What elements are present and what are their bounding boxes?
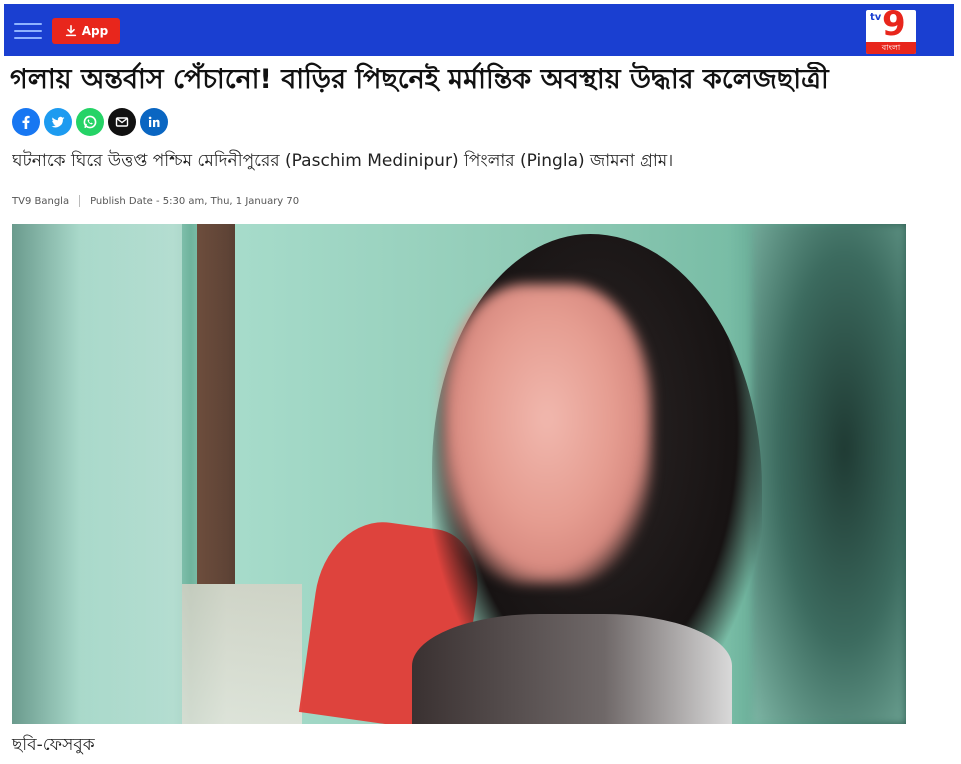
photo-blur-right — [752, 224, 906, 724]
app-download-button[interactable]: App — [52, 18, 120, 44]
image-caption: ছবি-ফেসবুক — [12, 735, 95, 755]
share-buttons — [12, 108, 168, 136]
linkedin-icon — [148, 116, 160, 127]
linkedin-share-button[interactable] — [140, 108, 168, 136]
logo-subtext: বাংলা — [866, 42, 916, 54]
photo-wall-shade — [12, 224, 182, 724]
whatsapp-icon — [83, 115, 97, 129]
meta-divider — [79, 195, 81, 207]
photo-door-frame — [197, 224, 235, 584]
hamburger-icon[interactable] — [14, 23, 42, 39]
twitter-share-button[interactable] — [44, 108, 72, 136]
source-label[interactable]: TV9 Bangla — [12, 196, 69, 207]
facebook-icon — [22, 115, 30, 129]
publish-date: Publish Date - 5:30 am, Thu, 1 January 7… — [90, 195, 300, 207]
logo-number: 9 — [882, 10, 906, 44]
facebook-share-button[interactable] — [12, 108, 40, 136]
app-button-label: App — [81, 24, 109, 38]
photo-blurred-face — [442, 284, 652, 584]
tv9-bangla-logo[interactable]: tv 9 বাংলা — [866, 10, 916, 54]
email-icon — [115, 117, 129, 127]
article-meta: TV9 Bangla Publish Date - 5:30 am, Thu, … — [12, 193, 299, 209]
photo-floor — [182, 584, 302, 724]
logo-tv-text: tv — [870, 12, 882, 23]
article-photo[interactable] — [12, 224, 906, 724]
photo-dress — [412, 614, 732, 724]
article-subheadline: ঘটনাকে ঘিরে উত্তপ্ত পশ্চিম মেদিনীপুরের (… — [12, 151, 674, 171]
whatsapp-share-button[interactable] — [76, 108, 104, 136]
download-icon — [65, 24, 76, 37]
twitter-icon — [51, 116, 65, 128]
article-headline: গলায় অন্তর্বাস পেঁচানো! বাড়ির পিছনেই ম… — [10, 64, 829, 95]
email-share-button[interactable] — [108, 108, 136, 136]
top-navigation-bar: App tv 9 বাংলা — [4, 4, 954, 56]
